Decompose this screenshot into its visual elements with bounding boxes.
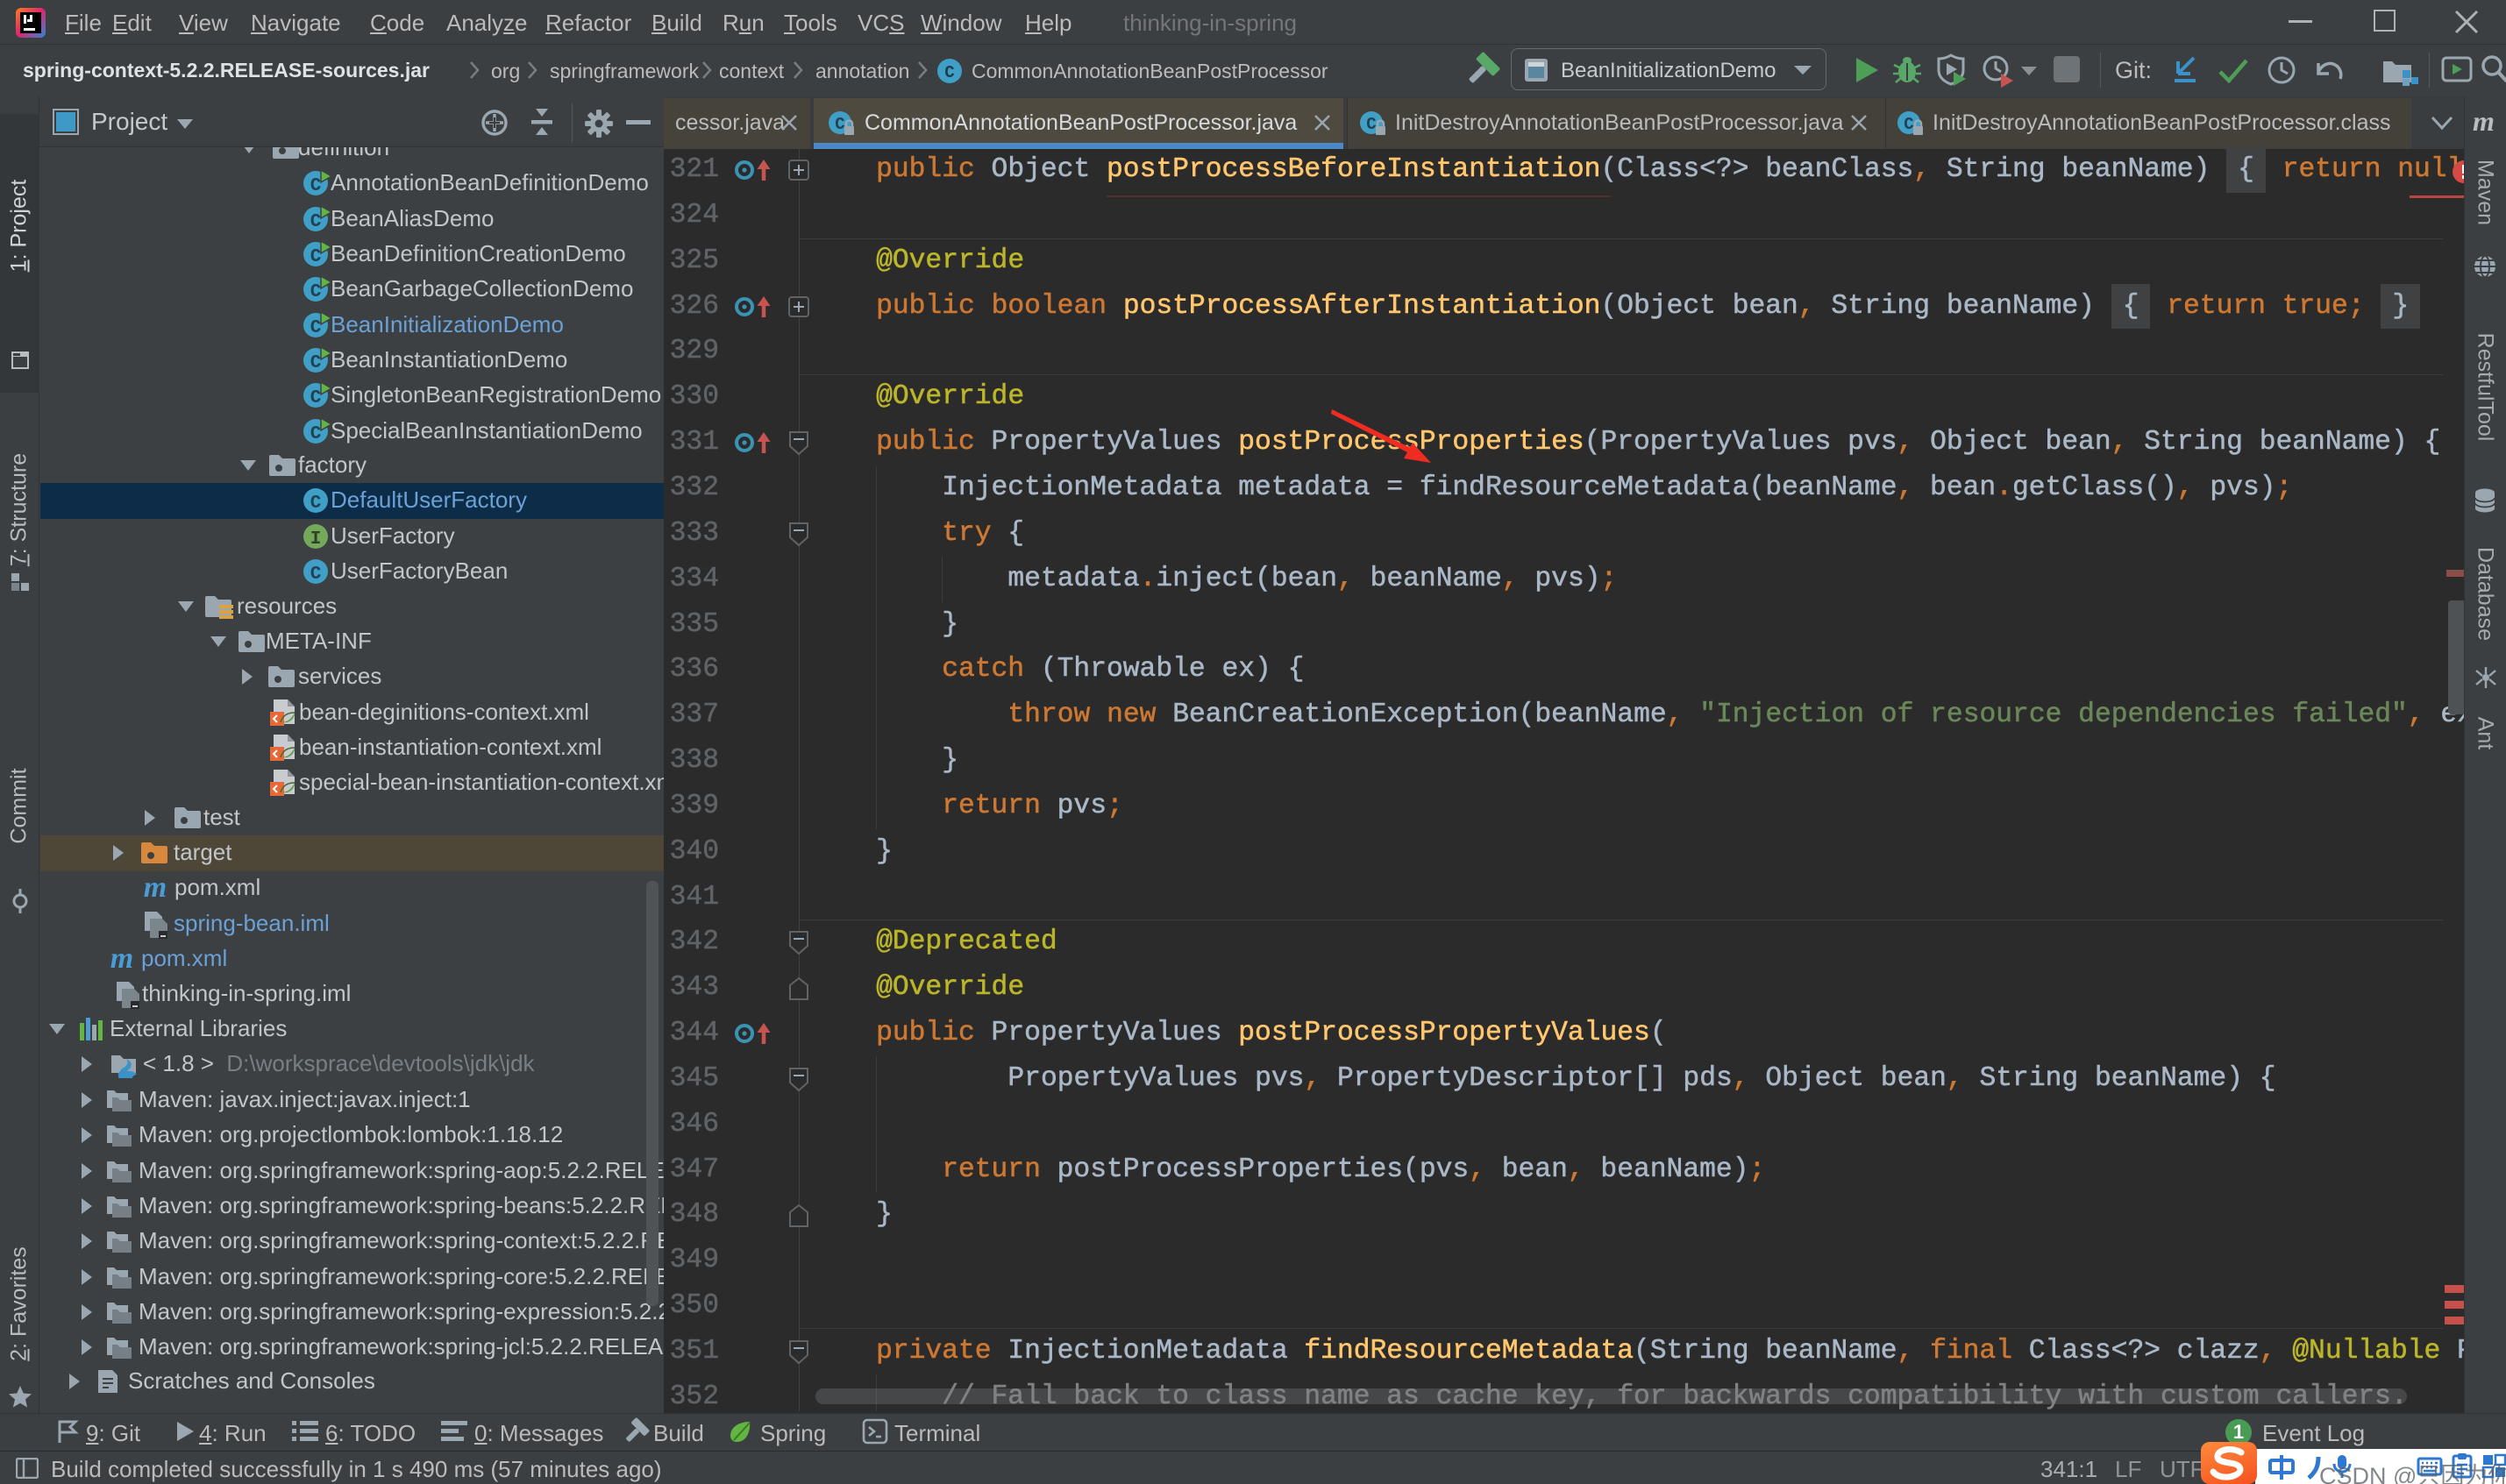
svg-text:I: I (310, 529, 322, 550)
svg-text:C: C (310, 353, 322, 373)
svg-text:C: C (835, 115, 844, 134)
svg-text:m: m (144, 875, 167, 901)
svg-text:C: C (310, 176, 322, 196)
svg-text:m: m (110, 946, 133, 972)
svg-text:C: C (310, 212, 322, 232)
svg-text:C: C (310, 493, 322, 514)
svg-text:C: C (310, 424, 322, 444)
svg-text:C: C (944, 63, 954, 82)
svg-text:C: C (310, 282, 322, 302)
svg-text:C: C (1904, 115, 1913, 134)
svg-text:C: C (310, 388, 322, 408)
svg-text:C: C (1366, 115, 1376, 134)
svg-text:C: C (310, 318, 322, 338)
svg-text:C: C (310, 564, 322, 585)
svg-text:C: C (310, 247, 322, 267)
